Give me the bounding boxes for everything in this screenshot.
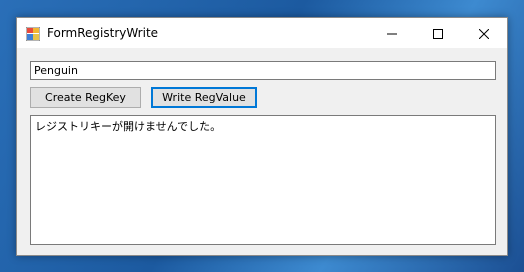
create-regkey-button[interactable]: Create RegKey	[30, 87, 141, 108]
create-regkey-button-label: Create RegKey	[45, 91, 126, 104]
write-regvalue-button[interactable]: Write RegValue	[151, 87, 257, 108]
output-text: レジストリキーが開けませんでした。	[35, 120, 222, 133]
maximize-button[interactable]	[415, 18, 461, 48]
close-icon	[478, 24, 490, 43]
title-bar[interactable]: FormRegistryWrite	[17, 18, 507, 48]
registry-key-input[interactable]	[30, 61, 496, 80]
app-window: FormRegistryWrite Create RegKey Write Re…	[16, 17, 508, 256]
maximize-icon	[433, 24, 443, 43]
write-regvalue-button-label: Write RegValue	[162, 91, 246, 104]
output-textarea[interactable]: レジストリキーが開けませんでした。	[30, 115, 496, 245]
window-title: FormRegistryWrite	[47, 26, 159, 40]
winforms-app-icon	[25, 26, 41, 42]
close-button[interactable]	[461, 18, 507, 48]
minimize-icon	[387, 24, 397, 43]
minimize-button[interactable]	[369, 18, 415, 48]
